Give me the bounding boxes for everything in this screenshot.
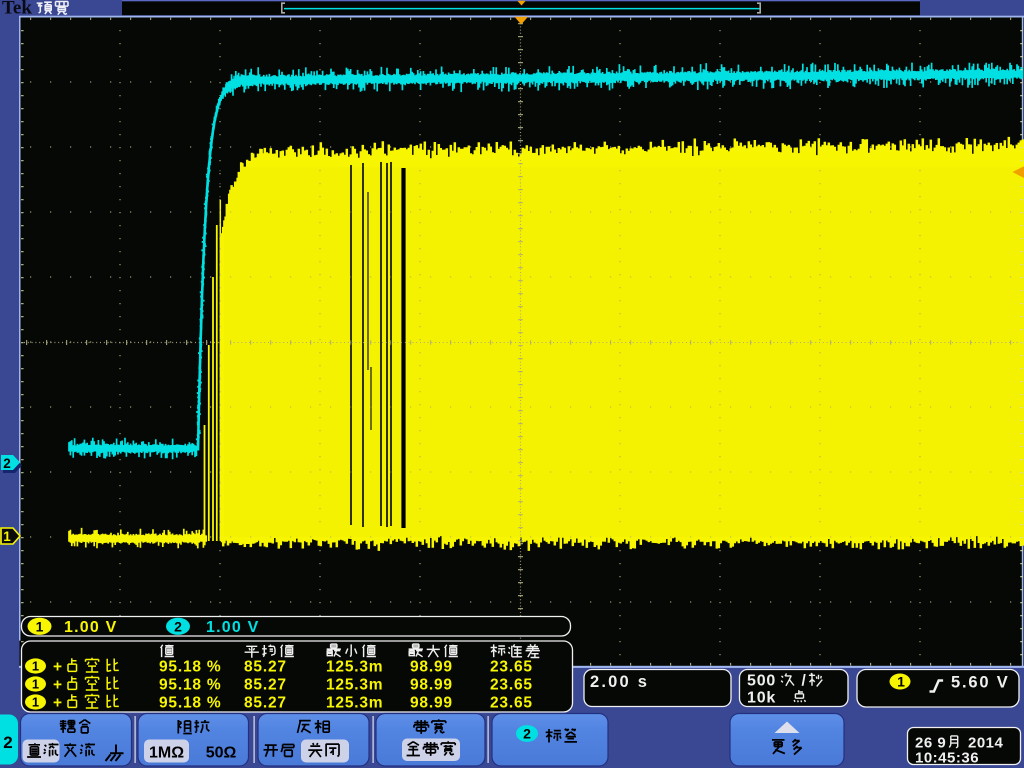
svg-text:23.65: 23.65 [490,695,533,712]
svg-text:1: 1 [32,659,39,674]
svg-text:50Ω: 50Ω [206,745,237,762]
svg-text:/: / [802,673,807,690]
svg-text:10:45:36: 10:45:36 [915,750,979,767]
svg-text:1: 1 [32,695,39,710]
svg-text:125.3m: 125.3m [326,677,383,694]
svg-text:+: + [53,695,62,712]
svg-text:95.18 %: 95.18 % [159,677,221,694]
svg-text:95.18 %: 95.18 % [159,695,221,712]
svg-text:23.65: 23.65 [490,659,533,676]
svg-text:1MΩ: 1MΩ [149,745,184,762]
svg-text:2: 2 [523,726,531,742]
svg-text:2.00 s: 2.00 s [590,673,649,691]
svg-text:85.27: 85.27 [244,659,287,676]
svg-text:+: + [53,677,62,694]
svg-text:98.99: 98.99 [410,659,453,676]
svg-text:10k: 10k [747,690,776,707]
svg-text:125.3m: 125.3m [326,659,383,676]
svg-text:125.3m: 125.3m [326,695,383,712]
svg-text:2: 2 [3,733,12,752]
svg-text:85.27: 85.27 [244,695,287,712]
svg-text:1.00 V: 1.00 V [64,619,117,636]
svg-text:23.65: 23.65 [490,677,533,694]
svg-text:2: 2 [174,619,182,635]
svg-text:2: 2 [3,456,11,471]
svg-text:1: 1 [36,619,44,635]
svg-text:+: + [53,659,62,676]
svg-text:1: 1 [32,677,39,692]
svg-text:1.00 V: 1.00 V [206,619,259,636]
svg-text:5.60 V: 5.60 V [951,674,1010,692]
svg-text:Tek: Tek [2,0,32,19]
svg-text:95.18 %: 95.18 % [159,659,221,676]
svg-text:98.99: 98.99 [410,677,453,694]
svg-text:500: 500 [747,673,776,690]
svg-text:1: 1 [3,529,11,544]
svg-text:98.99: 98.99 [410,695,453,712]
svg-text:1: 1 [897,674,905,690]
svg-text:85.27: 85.27 [244,677,287,694]
